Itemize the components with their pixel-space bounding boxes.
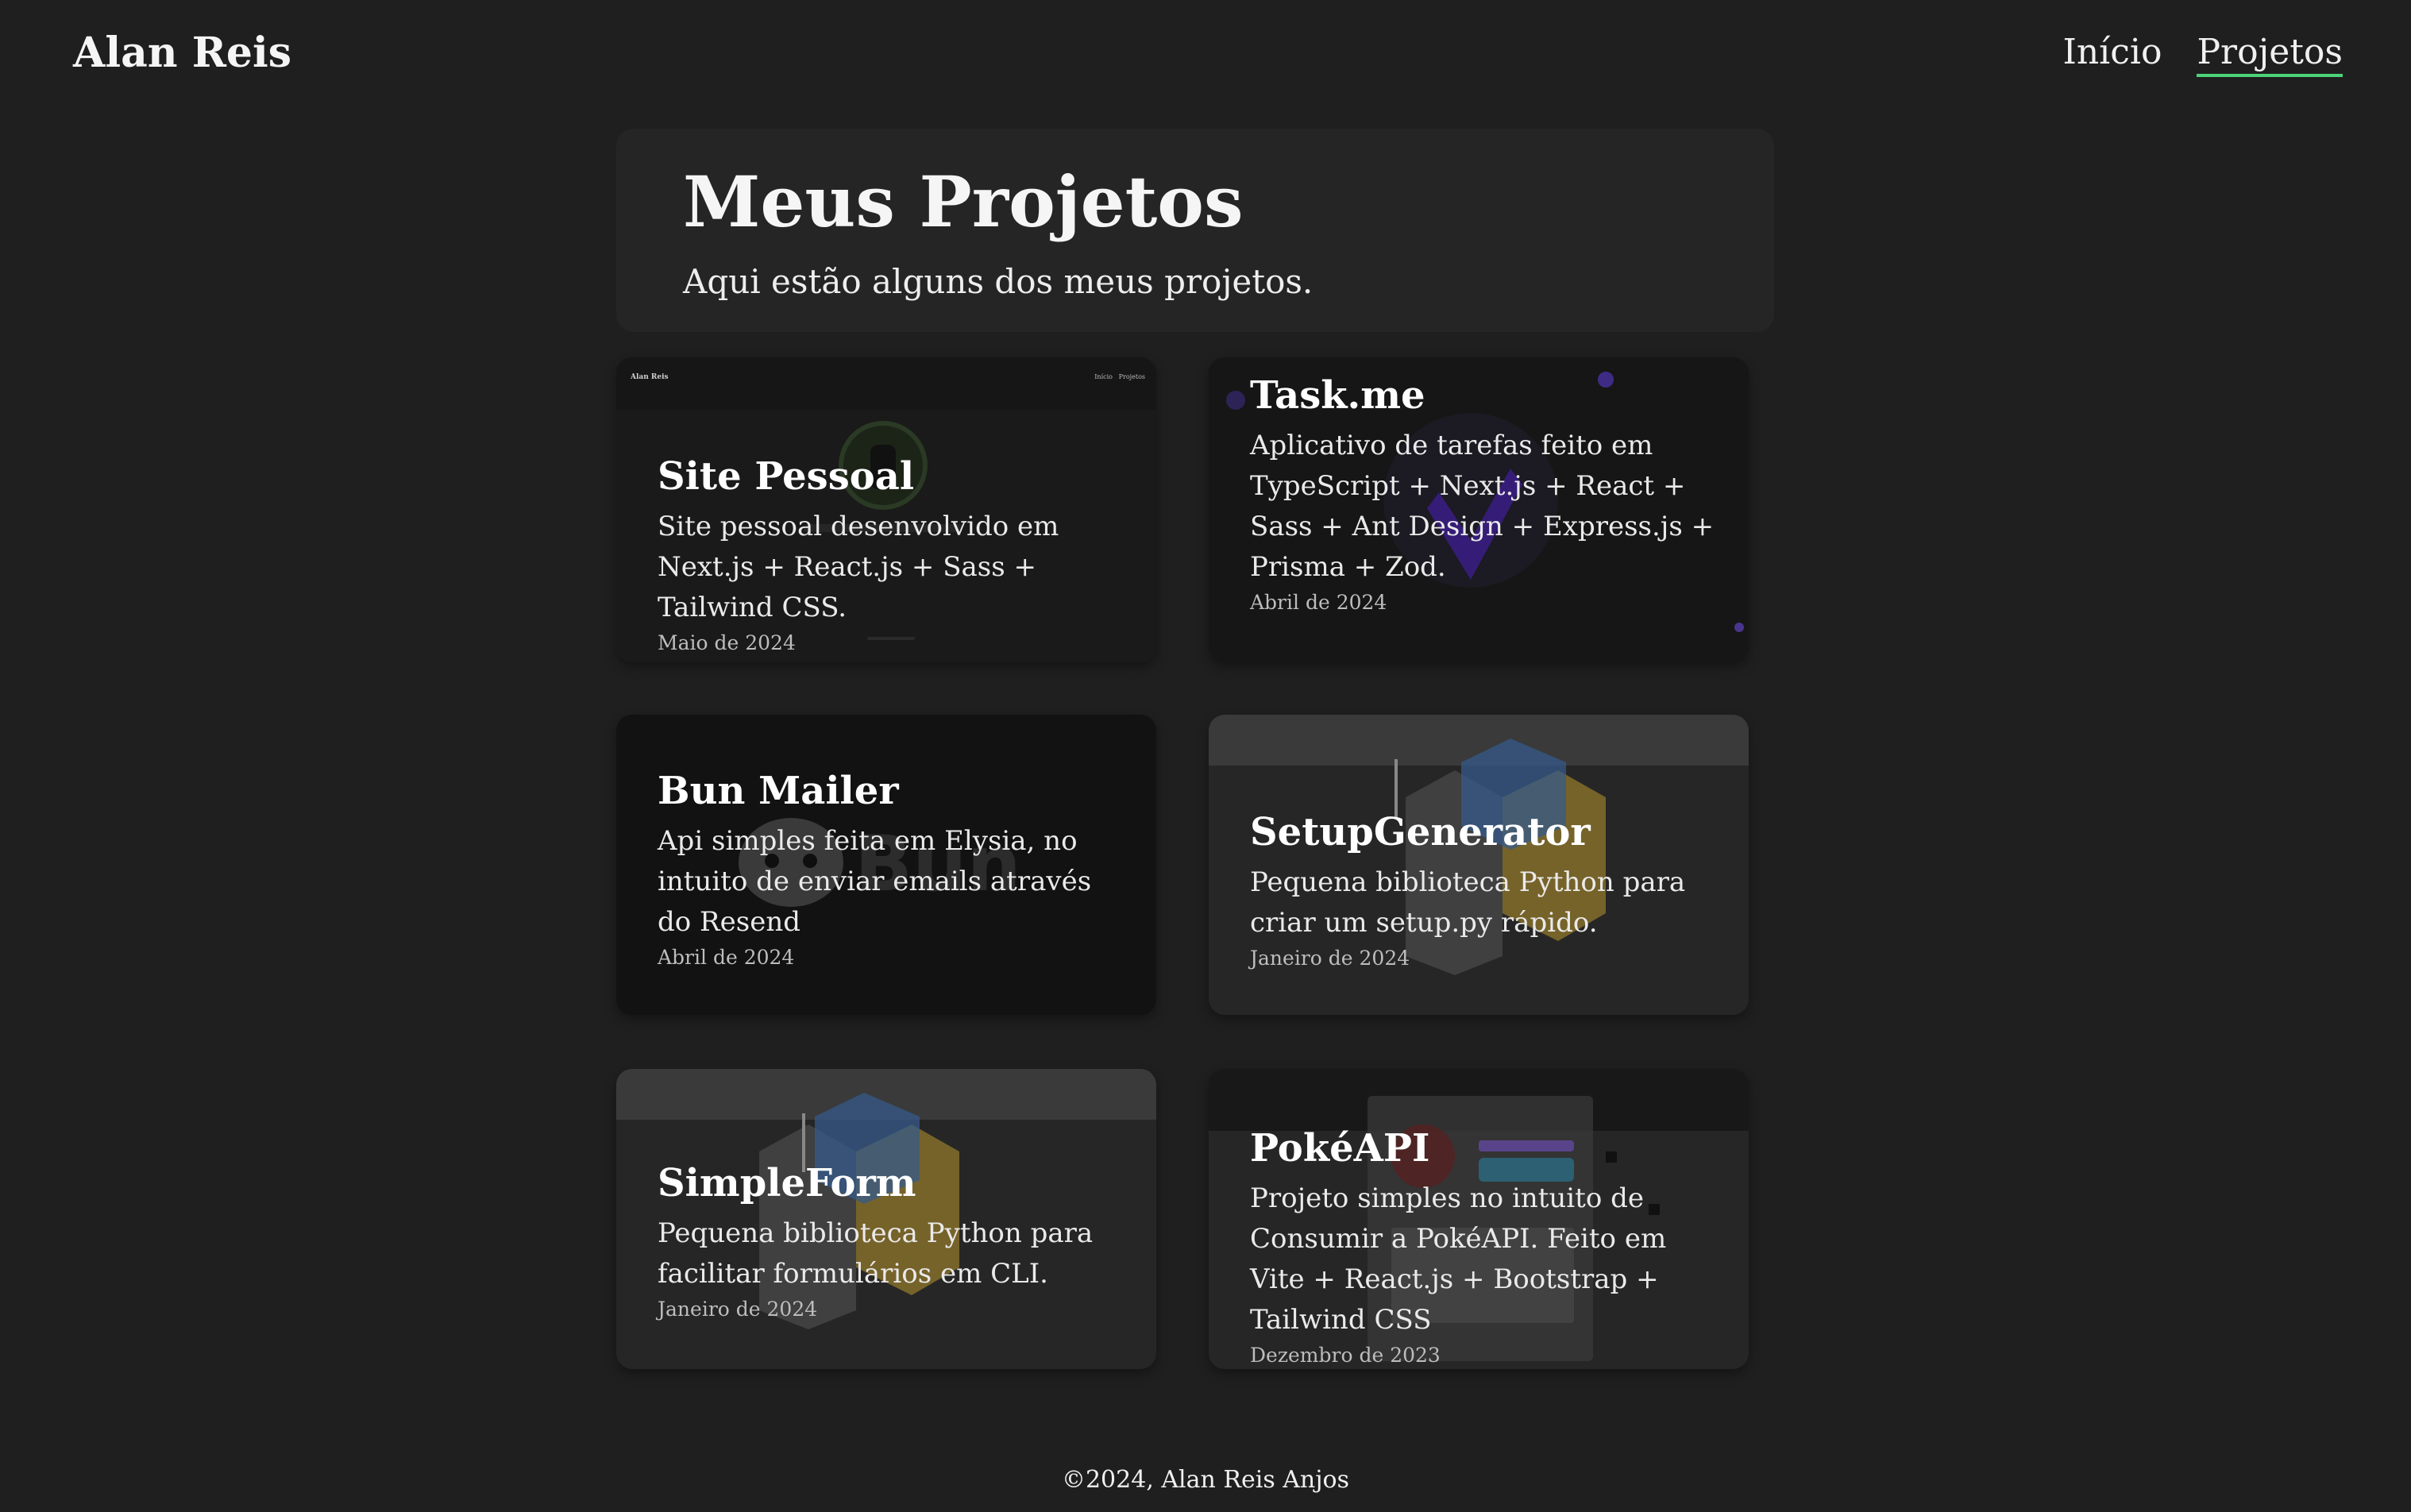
project-card-bun-mailer[interactable]: Bun Bun Mailer Api simples feita em Elys… (616, 715, 1156, 1015)
project-card-content: SetupGenerator Pequena biblioteca Python… (1250, 810, 1717, 970)
site-footer: ©2024, Alan Reis Anjos (1061, 1466, 1350, 1494)
project-card-content: SimpleForm Pequena biblioteca Python par… (658, 1161, 1124, 1321)
page-title: Meus Projetos (683, 160, 1244, 243)
project-card-simpleform[interactable]: SimpleForm Pequena biblioteca Python par… (616, 1069, 1156, 1369)
main-nav: Início Projetos (2062, 32, 2343, 77)
project-date: Abril de 2024 (658, 946, 795, 969)
project-date: Janeiro de 2024 (658, 1298, 818, 1321)
projects-hero: Meus Projetos Aqui estão alguns dos meus… (616, 129, 1774, 332)
project-card-setupgenerator[interactable]: SetupGenerator Pequena biblioteca Python… (1209, 715, 1749, 1015)
nav-link-inicio[interactable]: Início (2062, 32, 2162, 77)
project-description: Pequena biblioteca Python para criar um … (1250, 866, 1686, 939)
project-title: SimpleForm (658, 1161, 916, 1205)
project-title: Site Pessoal (658, 454, 915, 499)
page-subtitle: Aqui estão alguns dos meus projetos. (683, 262, 1314, 301)
project-description: Projeto simples no intuito de Consumir a… (1250, 1182, 1667, 1336)
project-card-site-pessoal[interactable]: Alan Reis Início Projetos Site Pessoal S… (616, 357, 1156, 662)
site-pessoal-thumb-brand: Alan Reis (631, 373, 669, 381)
project-card-content: Task.me Aplicativo de tarefas feito em T… (1250, 373, 1717, 614)
site-pessoal-thumb-nav: Início Projetos (1094, 373, 1145, 380)
project-description: Api simples feita em Elysia, no intuito … (658, 825, 1092, 938)
project-date: Dezembro de 2023 (1250, 1344, 1441, 1367)
project-description: Site pessoal desenvolvido em Next.js + R… (658, 511, 1059, 623)
project-date: Maio de 2024 (658, 631, 796, 654)
project-card-content: Site Pessoal Site pessoal desenvolvido e… (658, 454, 1124, 654)
project-description: Aplicativo de tarefas feito em TypeScrip… (1250, 430, 1715, 583)
project-card-task-me[interactable]: Task.me Aplicativo de tarefas feito em T… (1209, 357, 1749, 662)
project-title: PokéAPI (1250, 1126, 1430, 1171)
project-date: Janeiro de 2024 (1250, 947, 1410, 970)
project-title: Task.me (1250, 373, 1425, 418)
project-card-pokeapi[interactable]: PokéAPI Projeto simples no intuito de Co… (1209, 1069, 1749, 1369)
project-card-content: PokéAPI Projeto simples no intuito de Co… (1250, 1126, 1717, 1367)
site-header: Alan Reis Início Projetos (0, 0, 2411, 111)
project-title: Bun Mailer (658, 769, 899, 813)
project-date: Abril de 2024 (1250, 591, 1387, 614)
project-description: Pequena biblioteca Python para facilitar… (658, 1217, 1094, 1290)
nav-link-projetos[interactable]: Projetos (2197, 32, 2343, 77)
project-card-content: Bun Mailer Api simples feita em Elysia, … (658, 769, 1124, 969)
project-title: SetupGenerator (1250, 810, 1591, 854)
site-brand[interactable]: Alan Reis (73, 29, 291, 77)
